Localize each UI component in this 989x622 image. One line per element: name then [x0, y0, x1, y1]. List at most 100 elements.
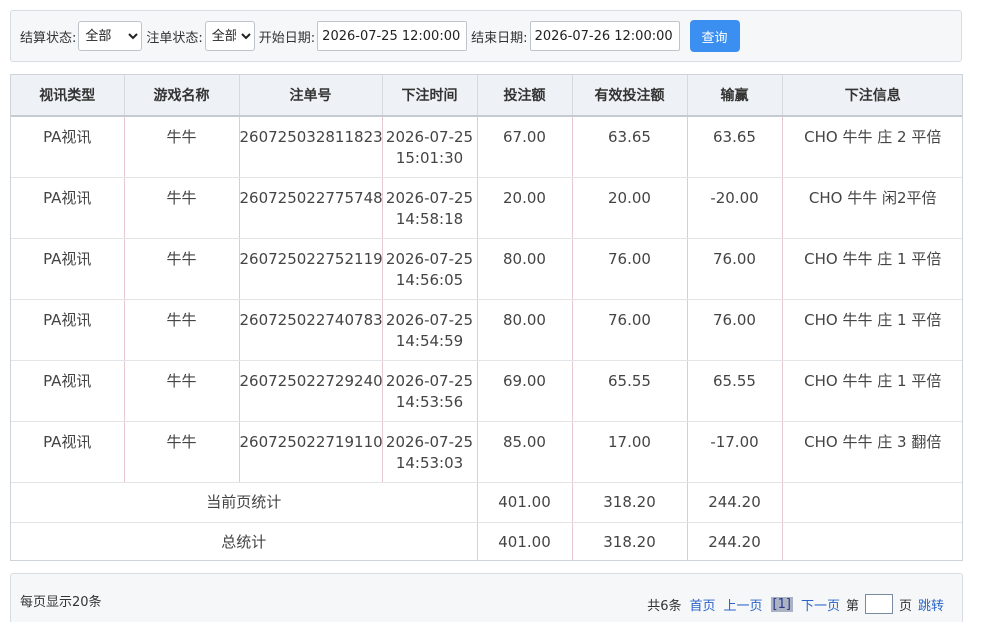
page-total-label: 当前页统计 [11, 482, 478, 523]
cell-bet-amount: 67.00 [477, 116, 573, 178]
goto-prefix: 第 [845, 598, 859, 614]
cell-bet-time: 2026-07-25 14:54:59 [382, 299, 478, 361]
next-page-link[interactable]: 下一页 [801, 595, 840, 614]
table-header-row: 视讯类型 游戏名称 注单号 下注时间 投注额 有效投注额 输赢 下注信息 [11, 75, 962, 117]
filter-bar: 结算状态: 全部 注单状态: 全部 开始日期: 结束日期: 查询 [10, 10, 962, 62]
cell-bet-info: CHO 牛牛 庄 2 平倍 [782, 116, 962, 178]
goto-suffix: 页 [898, 598, 912, 614]
table-row: PA视讯 牛牛 260725022752119 2026-07-25 14:56:… [11, 238, 962, 300]
start-date-input[interactable] [317, 21, 468, 51]
cell-win-loss: -20.00 [687, 177, 783, 239]
per-page-text: 每页显示20条 [20, 595, 102, 610]
settle-status-label: 结算状态: [20, 30, 77, 46]
header-win-loss: 输赢 [687, 75, 783, 117]
cell-bet-info: CHO 牛牛 庄 3 翻倍 [782, 421, 962, 483]
cell-bet-amount: 20.00 [477, 177, 573, 239]
page-total-empty [782, 482, 962, 523]
cell-video-type: PA视讯 [11, 421, 125, 483]
settle-status-select[interactable]: 全部 [78, 21, 143, 51]
cell-bet-time: 2026-07-25 14:56:05 [382, 238, 478, 300]
cell-video-type: PA视讯 [11, 116, 125, 178]
cell-video-type: PA视讯 [11, 238, 125, 300]
cell-game-name: 牛牛 [124, 360, 240, 422]
bet-date: 2026-07-25 [385, 372, 474, 390]
bet-clock: 14:58:18 [395, 210, 464, 228]
goto-page-input[interactable] [864, 594, 893, 614]
cell-bet-amount: 85.00 [477, 421, 573, 483]
first-page-link[interactable]: 首页 [689, 595, 715, 614]
bet-date: 2026-07-25 [385, 433, 474, 451]
bet-date: 2026-07-25 [385, 311, 474, 329]
cell-bet-number: 260725022775748 [239, 177, 383, 239]
cell-video-type: PA视讯 [11, 177, 125, 239]
cell-valid-amount: 76.00 [572, 238, 688, 300]
cell-valid-amount: 17.00 [572, 421, 688, 483]
table-row: PA视讯 牛牛 260725022729240 2026-07-25 14:53:… [11, 360, 962, 422]
cell-game-name: 牛牛 [124, 238, 240, 300]
bet-records-table: 视讯类型 游戏名称 注单号 下注时间 投注额 有效投注额 输赢 下注信息 PA视… [10, 74, 963, 561]
cell-game-name: 牛牛 [124, 177, 240, 239]
cell-video-type: PA视讯 [11, 299, 125, 361]
cell-bet-number: 260725022740783 [239, 299, 383, 361]
header-bet-amount: 投注额 [477, 75, 573, 117]
bet-clock: 14:53:03 [395, 454, 464, 472]
grand-total-amount: 401.00 [477, 522, 573, 560]
header-game-name: 游戏名称 [124, 75, 240, 117]
grand-total-label: 总统计 [11, 522, 478, 560]
header-bet-number: 注单号 [239, 75, 383, 117]
cell-win-loss: 76.00 [687, 238, 783, 300]
pager: 共6条 首页 上一页 [1] 下一页 第 页 跳转 [639, 594, 944, 614]
header-video-type: 视讯类型 [11, 75, 125, 117]
cell-game-name: 牛牛 [124, 116, 240, 178]
bet-status-select[interactable]: 全部 [204, 21, 255, 51]
bet-status-label: 注单状态: [146, 30, 203, 46]
start-date-label: 开始日期: [258, 30, 316, 46]
grand-total-winloss: 244.20 [687, 522, 783, 560]
cell-bet-number: 260725022752119 [239, 238, 383, 300]
cell-bet-number: 260725032811823 [239, 116, 383, 178]
table-row: PA视讯 牛牛 260725022719110 2026-07-25 14:53:… [11, 421, 962, 483]
total-count: 共6条 [647, 598, 682, 614]
cell-bet-number: 260725022729240 [239, 360, 383, 422]
cell-valid-amount: 76.00 [572, 299, 688, 361]
page-total-row: 当前页统计 401.00 318.20 244.20 [11, 482, 962, 523]
cell-win-loss: 63.65 [687, 116, 783, 178]
bet-date: 2026-07-25 [385, 250, 474, 268]
bet-clock: 15:01:30 [395, 149, 464, 167]
cell-bet-number: 260725022719110 [239, 421, 383, 483]
end-date-label: 结束日期: [471, 30, 528, 46]
cell-win-loss: -17.00 [687, 421, 783, 483]
table-row: PA视讯 牛牛 260725022775748 2026-07-25 14:58:… [11, 177, 962, 239]
cell-bet-amount: 69.00 [477, 360, 573, 422]
cell-valid-amount: 20.00 [572, 177, 688, 239]
query-button[interactable]: 查询 [689, 20, 740, 52]
table-row: PA视讯 牛牛 260725032811823 2026-07-25 15:01:… [11, 116, 962, 178]
cell-bet-time: 2026-07-25 14:53:03 [382, 421, 478, 483]
bet-clock: 14:53:56 [395, 393, 464, 411]
grand-total-empty [782, 523, 962, 561]
cell-game-name: 牛牛 [124, 299, 240, 361]
cell-valid-amount: 65.55 [572, 360, 688, 422]
cell-bet-time: 2026-07-25 14:53:56 [382, 360, 478, 422]
cell-bet-info: CHO 牛牛 闲2平倍 [782, 177, 962, 239]
cell-win-loss: 65.55 [687, 360, 783, 422]
page-total-valid: 318.20 [572, 482, 688, 523]
prev-page-link[interactable]: 上一页 [724, 595, 763, 614]
bet-date: 2026-07-25 [385, 189, 474, 207]
end-date-input[interactable] [529, 21, 680, 51]
jump-link[interactable]: 跳转 [918, 595, 944, 614]
cell-game-name: 牛牛 [124, 421, 240, 483]
cell-bet-amount: 80.00 [477, 299, 573, 361]
bet-date: 2026-07-25 [385, 128, 474, 146]
header-valid-amount: 有效投注额 [572, 75, 688, 117]
cell-bet-info: CHO 牛牛 庄 1 平倍 [782, 299, 962, 361]
bet-clock: 14:56:05 [395, 271, 464, 289]
page-total-amount: 401.00 [477, 482, 573, 523]
cell-video-type: PA视讯 [11, 360, 125, 422]
pagination-bar: 每页显示20条 共6条 首页 上一页 [1] 下一页 第 页 跳转 [10, 573, 963, 622]
cell-bet-time: 2026-07-25 14:58:18 [382, 177, 478, 239]
cell-bet-info: CHO 牛牛 庄 1 平倍 [782, 360, 962, 422]
grand-total-row: 总统计 401.00 318.20 244.20 [11, 522, 962, 561]
cell-valid-amount: 63.65 [572, 116, 688, 178]
cell-win-loss: 76.00 [687, 299, 783, 361]
